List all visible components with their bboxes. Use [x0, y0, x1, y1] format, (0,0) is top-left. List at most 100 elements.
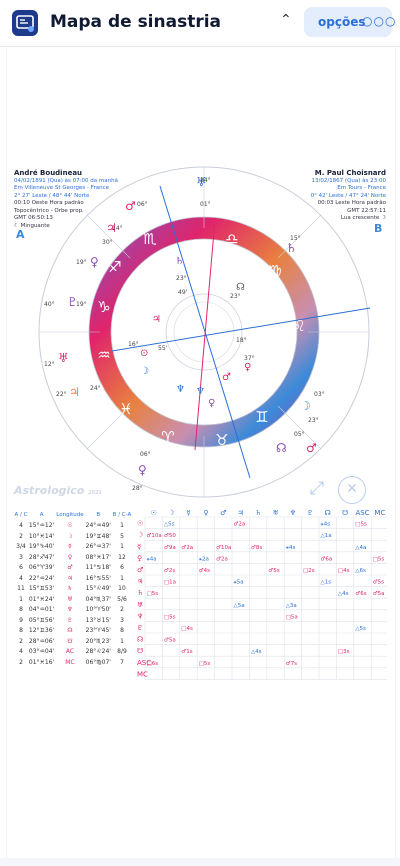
table-cell: MC	[65, 658, 75, 666]
svg-text:♓: ♓	[119, 400, 132, 418]
svg-text:05°: 05°	[294, 431, 305, 438]
options-button[interactable]: opções ○○○	[304, 7, 395, 37]
svg-text:23°: 23°	[308, 417, 319, 424]
table-cell: 01°♓24'	[28, 595, 55, 603]
aspect-cell: ♂2a	[234, 522, 246, 528]
svg-text:30°: 30°	[102, 239, 113, 246]
table-cell: 10°♓14'	[28, 532, 55, 540]
svg-text:49': 49'	[178, 289, 188, 296]
aspect-cell: ♂10a	[147, 533, 162, 539]
table-cell: 28°♒06'	[28, 637, 55, 645]
aspect-cell: □3s	[338, 649, 350, 655]
page-title: Mapa de sinastria	[50, 12, 222, 32]
positions-table-body: 4 15°♒12' ☉ 24°♒49' 1 2 10°♓14' ☽ 19°♊48' 5 3/4 19°…	[14, 521, 132, 668]
table-cell: 24°♒49'	[85, 522, 111, 530]
aspect-cell: ♂5s	[373, 580, 384, 586]
aspect-cell: ♂5s	[268, 568, 279, 574]
col-header: B	[96, 512, 101, 519]
table-cell: ☉	[67, 522, 73, 530]
grid-col-header: ☉	[151, 509, 157, 517]
grid-col-header: ☽	[168, 509, 174, 517]
table-cell: 12°♊36'	[28, 627, 55, 635]
table-cell: 5	[120, 532, 124, 540]
aspect-cell: △1s	[321, 580, 332, 586]
table-cell: 28°♌24'	[85, 648, 111, 656]
svg-text:♈: ♈	[161, 428, 174, 446]
table-row: 1 01°♓24' ♅ 04°♏37' 5/6	[14, 594, 132, 605]
grid-col-header: ASC	[355, 509, 369, 517]
grid-col-header: ♂	[220, 509, 226, 517]
svg-text:♊: ♊	[255, 408, 268, 426]
svg-text:☽: ☽	[140, 366, 149, 377]
aspect-cell: △4a	[355, 545, 366, 551]
table-row: 11 15°♊53' ♄ 15°♌49' 10	[14, 584, 132, 595]
svg-text:♌: ♌	[292, 317, 305, 335]
grid-col-header: ♃	[238, 509, 244, 517]
fullscreen-icon[interactable]: ⤢	[304, 476, 330, 502]
table-cell: 11	[17, 585, 25, 593]
table-cell: 06°♈39'	[28, 564, 55, 572]
svg-text:28°: 28°	[132, 485, 143, 492]
svg-text:♋: ♋	[275, 362, 288, 380]
table-row: 4 15°♒12' ☉ 24°♒49' 1	[14, 521, 132, 532]
table-cell: 15°♒12'	[28, 522, 55, 530]
aspect-cell: ♂5a	[373, 591, 385, 597]
svg-text:♂: ♂	[125, 199, 136, 213]
svg-text:♒: ♒	[97, 346, 110, 364]
grid-col-header: ♄	[255, 509, 261, 517]
grid-row-header: ☊	[137, 636, 143, 644]
svg-text:♉: ♉	[215, 431, 228, 449]
svg-text:16°: 16°	[128, 341, 139, 348]
table-cell: 10	[118, 585, 126, 593]
svg-text:♎: ♎	[225, 230, 238, 248]
aspect-cell: □5s	[164, 614, 176, 620]
table-cell: 4	[19, 522, 23, 530]
aspect-cell: ♂9a	[164, 545, 176, 551]
table-cell: 3	[120, 616, 124, 624]
table-cell: 2	[19, 658, 23, 666]
table-cell: 10°♈50'	[85, 606, 111, 614]
table-cell: 11°♋18'	[85, 564, 111, 572]
table-cell: 05°♊56'	[28, 616, 55, 624]
table-cell: 15°♌49'	[85, 585, 111, 593]
aspect-cell: ♂1s	[181, 649, 192, 655]
col-header: B / C-A	[112, 512, 132, 519]
asc-axis-line	[111, 307, 371, 352]
aspect-cell: ♂2a	[216, 556, 228, 562]
svg-text:19°: 19°	[76, 301, 87, 308]
aspect-cell: △6s	[355, 568, 366, 574]
aspect-cell: □2s	[303, 568, 315, 574]
svg-text:37°: 37°	[244, 355, 255, 362]
table-cell: ☊	[67, 627, 73, 635]
positions-table-header: A / C A Longitude B B / C-A	[14, 510, 132, 521]
table-cell: ♀	[67, 553, 73, 561]
grid-col-header: ☋	[342, 509, 348, 517]
aspect-grid: ☉ ☽ ☿ ♀ ♂ ♃ ♄ ♅ ♆ ♇ ☊ ☋ ASC MC☉☽☿♀♂♃♄♅♆♇☊☋ASCMC△5s ♂2a…	[137, 509, 387, 680]
svg-text:⊙: ⊙	[140, 348, 148, 359]
svg-text:23°: 23°	[176, 275, 187, 282]
close-icon[interactable]: ✕	[338, 476, 366, 504]
table-cell: ☋	[67, 637, 73, 645]
svg-text:22°: 22°	[56, 391, 67, 398]
collapse-chevron-icon[interactable]: ⌃	[280, 12, 292, 28]
table-cell: 26°♒37'	[85, 543, 111, 551]
table-cell: ♃	[67, 574, 73, 582]
table-cell: 01°♓16'	[28, 658, 55, 666]
table-cell: ♇	[67, 616, 73, 624]
grid-row-header: MC	[137, 670, 148, 678]
aspect-cell: △1a	[321, 533, 332, 539]
table-cell: ♅	[67, 595, 73, 603]
svg-text:♃: ♃	[152, 314, 161, 325]
table-cell: 8	[19, 627, 23, 635]
aspect-cell: □4s	[338, 568, 350, 574]
table-cell: 1	[120, 574, 124, 582]
grid-row-header: ☉	[137, 520, 143, 528]
table-cell: 16°♋55'	[85, 574, 111, 582]
svg-text:♆: ♆	[176, 384, 185, 395]
table-row: 2 10°♓14' ☽ 19°♊48' 5	[14, 531, 132, 542]
grid-col-header: MC	[374, 509, 385, 517]
table-cell: 4	[19, 648, 23, 656]
table-row: 4 03°♒04' AC 28°♌24' 8/9	[14, 647, 132, 658]
table-cell: 03°♒04'	[28, 648, 55, 656]
aspect-cell: □5s	[355, 522, 367, 528]
